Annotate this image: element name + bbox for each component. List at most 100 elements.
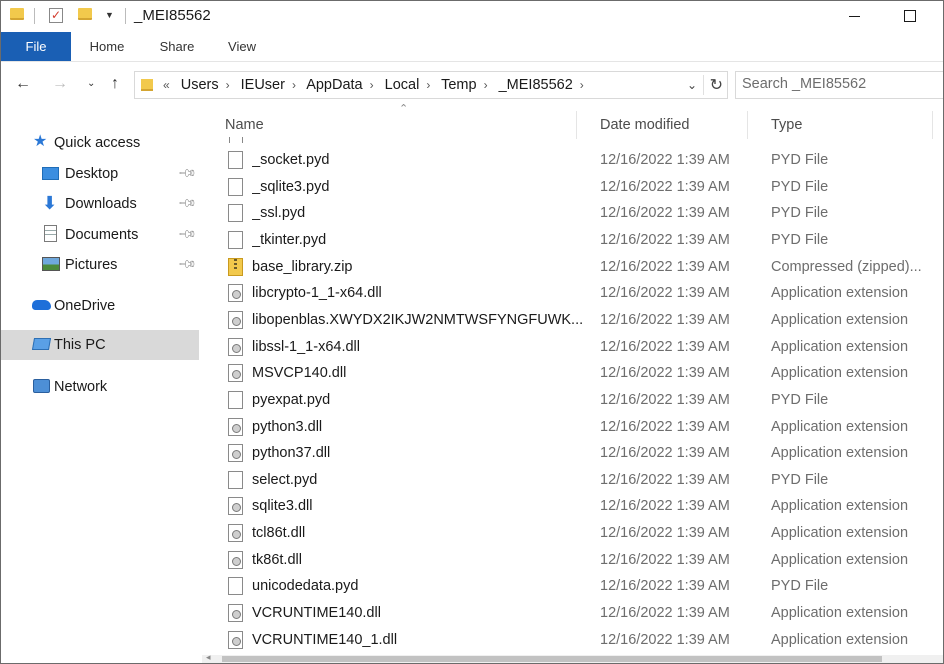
file-type: Application extension [771,525,909,542]
chevron-right-icon[interactable]: › [484,78,488,92]
tab-home[interactable]: Home [79,32,135,61]
sidebar-item-downloads[interactable]: ⬇ Downloads 📌︎ [1,189,199,219]
file-type: Compressed (zipped)... [771,258,922,275]
dll-file-icon [228,630,243,649]
search-box[interactable] [735,71,943,99]
horizontal-scrollbar[interactable]: ◂ [202,652,943,663]
scrollbar-thumb[interactable] [222,656,882,662]
table-row[interactable]: libssl-1_1-x64.dll 12/16/2022 1:39 AM Appl… [202,334,943,361]
file-type: Application extension [771,631,909,648]
table-row[interactable]: _socket.pyd 12/16/2022 1:39 AM PYD File [202,147,943,174]
maximize-button[interactable] [887,1,933,31]
scroll-left-icon[interactable]: ◂ [206,652,211,663]
pin-icon[interactable]: 📌︎ [177,193,198,214]
file-icon [229,137,243,143]
file-date-modified: 12/16/2022 1:39 AM [600,258,730,275]
table-row[interactable]: pyexpat.pyd 12/16/2022 1:39 AM PYD File [202,387,943,414]
chevron-right-icon[interactable]: › [370,78,374,92]
chevron-right-icon[interactable]: › [226,78,230,92]
column-name[interactable]: Name [202,111,576,139]
sidebar-item-pictures[interactable]: Pictures 📌︎ [1,250,199,280]
column-type[interactable]: Type [747,111,932,139]
zip-file-icon [228,257,243,276]
pin-icon[interactable]: 📌︎ [177,224,198,245]
dll-file-icon [228,310,243,329]
table-row[interactable]: sqlite3.dll 12/16/2022 1:39 AM Application… [202,493,943,520]
table-row[interactable] [225,137,565,143]
chevron-down-icon[interactable]: ⌄ [687,78,697,92]
back-arrow-icon[interactable]: ← [15,75,31,93]
sidebar-item-quick-access[interactable]: ★ Quick access [1,128,199,158]
file-name: MSVCP140.dll [252,365,347,382]
file-date-modified: 12/16/2022 1:39 AM [600,471,730,488]
table-row[interactable]: base_library.zip 12/16/2022 1:39 AM Compre… [202,254,943,281]
table-row[interactable]: unicodedata.pyd 12/16/2022 1:39 AM PYD Fil… [202,573,943,600]
table-row[interactable]: VCRUNTIME140.dll 12/16/2022 1:39 AM Applic… [202,600,943,627]
table-row[interactable]: MSVCP140.dll 12/16/2022 1:39 AM Applicatio… [202,360,943,387]
overflow-chevron-icon[interactable]: « [163,78,170,92]
dll-file-icon [228,524,243,543]
breadcrumb-current[interactable]: _MEI85562 [499,77,573,93]
file-name: python3.dll [252,418,323,435]
table-row[interactable]: libcrypto-1_1-x64.dll 12/16/2022 1:39 AM A… [202,280,943,307]
table-row[interactable]: libopenblas.XWYDX2IKJW2NMTWSFYNGFUWK... 1… [202,307,943,334]
chevron-right-icon[interactable]: › [292,78,296,92]
file-date-modified: 12/16/2022 1:39 AM [600,578,730,595]
sidebar-item-label: Documents [65,227,139,243]
recent-locations-icon[interactable]: ⌄ [87,78,95,89]
table-row[interactable]: _ssl.pyd 12/16/2022 1:39 AM PYD File [202,200,943,227]
sidebar-item-documents[interactable]: Documents 📌︎ [1,220,199,250]
sidebar-item-desktop[interactable]: Desktop 📌︎ [1,159,199,189]
chevron-right-icon[interactable]: › [426,78,430,92]
file-icon [228,470,243,489]
divider [125,8,126,24]
file-date-modified: 12/16/2022 1:39 AM [600,365,730,382]
forward-arrow-icon[interactable]: → [52,75,68,93]
address-bar[interactable]: « Users › IEUser › AppData › Local › Temp › _… [134,71,728,99]
table-row[interactable]: select.pyd 12/16/2022 1:39 AM PYD File [202,467,943,494]
refresh-icon[interactable]: ↻ [702,75,723,95]
tab-view[interactable]: View [219,32,265,61]
table-row[interactable]: python3.dll 12/16/2022 1:39 AM Application… [202,414,943,441]
sidebar-item-onedrive[interactable]: OneDrive [1,291,199,321]
file-name: VCRUNTIME140_1.dll [252,631,398,648]
breadcrumb-local[interactable]: Local [385,77,420,93]
table-row[interactable]: tk86t.dll 12/16/2022 1:39 AM Application e… [202,547,943,574]
properties-icon[interactable]: ✓ [49,8,63,23]
chevron-down-icon[interactable]: ▼ [105,10,114,20]
file-type: Application extension [771,365,909,382]
sidebar-item-label: Downloads [65,196,137,212]
new-folder-icon[interactable] [78,8,92,20]
star-icon: ★ [33,133,48,150]
table-row[interactable]: python37.dll 12/16/2022 1:39 AM Applicatio… [202,440,943,467]
table-row[interactable]: VCRUNTIME140_1.dll 12/16/2022 1:39 AM Appl… [202,627,943,654]
table-row[interactable]: _tkinter.pyd 12/16/2022 1:39 AM PYD File [202,227,943,254]
file-date-modified: 12/16/2022 1:39 AM [600,338,730,355]
tab-share[interactable]: Share [150,32,204,61]
file-icon [228,390,243,409]
pin-icon[interactable]: 📌︎ [177,163,198,184]
sidebar-item-network[interactable]: Network [1,372,199,402]
dll-file-icon [228,497,243,516]
breadcrumb: « Users › IEUser › AppData › Local › Temp › _… [163,77,591,93]
table-row[interactable]: _sqlite3.pyd 12/16/2022 1:39 AM PYD File [202,174,943,201]
table-row[interactable]: tcl86t.dll 12/16/2022 1:39 AM Application … [202,520,943,547]
breadcrumb-temp[interactable]: Temp [441,77,476,93]
chevron-right-icon[interactable]: › [580,78,584,92]
file-type: PYD File [771,471,829,488]
up-arrow-icon[interactable]: ↑ [111,75,119,93]
file-type: PYD File [771,231,829,248]
column-date-modified[interactable]: Date modified [576,111,747,139]
minimize-button[interactable] [831,1,877,31]
file-date-modified: 12/16/2022 1:39 AM [600,605,730,622]
breadcrumb-ieuser[interactable]: IEUser [241,77,285,93]
breadcrumb-appdata[interactable]: AppData [306,77,362,93]
file-type: Application extension [771,285,909,302]
column-more[interactable] [932,111,943,139]
tab-file[interactable]: File [1,32,71,61]
search-input[interactable] [736,72,936,96]
sidebar-item-label: Desktop [65,166,119,182]
sidebar-item-this-pc[interactable]: This PC [1,330,199,360]
breadcrumb-users[interactable]: Users [181,77,219,93]
pin-icon[interactable]: 📌︎ [177,254,198,275]
